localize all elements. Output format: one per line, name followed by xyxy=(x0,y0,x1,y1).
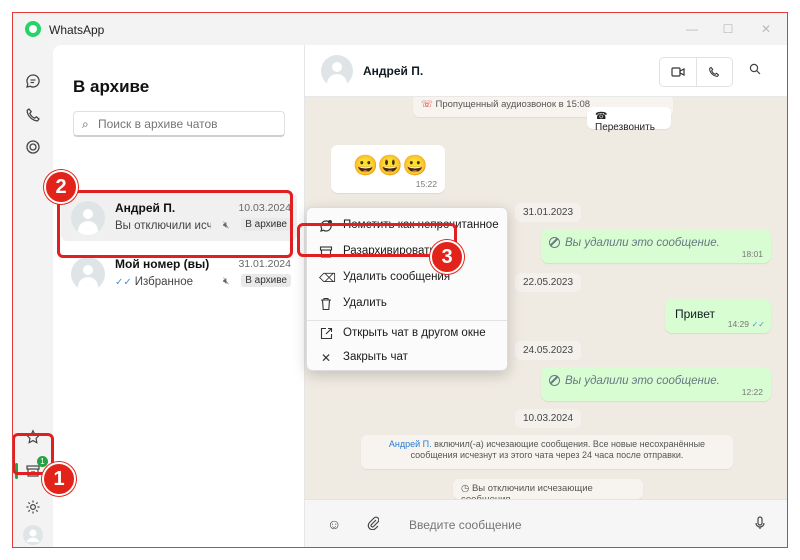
date-chip: 31.01.2023 xyxy=(515,203,582,222)
close-window-icon[interactable]: ✕ xyxy=(751,19,781,39)
timer-icon: ◷ xyxy=(461,483,470,494)
app-title: WhatsApp xyxy=(49,23,105,37)
outgoing-message[interactable]: Привет 14:29 ✓✓ xyxy=(665,299,771,333)
menu-divider xyxy=(307,320,507,321)
date-chip: 22.05.2023 xyxy=(515,273,582,292)
whatsapp-logo-icon xyxy=(25,21,41,37)
minimize-icon[interactable]: — xyxy=(677,19,707,39)
menu-item-delete[interactable]: Удалить xyxy=(311,292,505,316)
app-window: WhatsApp — ☐ ✕ 1 В архиве ⌕ Поиск в архи… xyxy=(12,12,788,548)
emoji-icon[interactable]: ☺ xyxy=(327,516,341,532)
double-check-icon: ✓✓ xyxy=(115,277,132,288)
menu-item-open-new-window[interactable]: Открыть чат в другом окне xyxy=(311,322,505,346)
chats-nav-icon[interactable] xyxy=(21,69,45,93)
archive-search-box[interactable]: ⌕ xyxy=(73,111,285,137)
voice-call-button[interactable] xyxy=(695,58,733,86)
phone-icon xyxy=(709,66,720,77)
chat-name: Мой номер (вы) xyxy=(115,257,210,271)
date-chip: 24.05.2023 xyxy=(515,341,582,360)
title-bar: WhatsApp — ☐ ✕ xyxy=(13,13,787,45)
chat-preview: ✓✓ Избранное xyxy=(115,276,194,288)
step2-highlight xyxy=(57,190,293,258)
clear-icon: ⌫ xyxy=(319,271,336,285)
deleted-icon xyxy=(549,375,560,386)
archive-search-input[interactable] xyxy=(98,116,278,132)
maximize-icon[interactable]: ☐ xyxy=(713,19,743,39)
trash-icon xyxy=(319,297,333,311)
deleted-message[interactable]: Вы удалили это сообщение. 18:01 xyxy=(541,229,771,263)
deleted-icon xyxy=(549,237,560,248)
contact-avatar[interactable] xyxy=(321,55,353,87)
microphone-icon[interactable] xyxy=(755,516,765,533)
calls-nav-icon[interactable] xyxy=(21,103,45,127)
avatar xyxy=(71,257,105,291)
conversation-header: Андрей П. xyxy=(305,45,787,97)
archived-chats-panel: В архиве ⌕ Андрей П. 10.03.2024 Вы отклю… xyxy=(53,45,305,547)
emoji-message[interactable]: 😀😃😀 15:22 xyxy=(331,145,445,193)
step3-marker: 3 xyxy=(430,240,464,274)
message-input[interactable] xyxy=(409,515,739,535)
settings-nav-icon[interactable] xyxy=(21,495,45,519)
message-composer: ☺ xyxy=(305,499,787,547)
search-icon[interactable] xyxy=(749,63,761,78)
call-back-button[interactable]: ☎ Перезвонить xyxy=(587,107,671,133)
disappearing-enabled-notice: Андрей П. включил(-а) исчезающие сообщен… xyxy=(361,435,733,469)
chat-date: 31.01.2024 xyxy=(238,258,291,270)
missed-call-icon: ☏ xyxy=(421,99,433,110)
attach-icon[interactable] xyxy=(367,516,380,533)
menu-item-clear-messages[interactable]: ⌫ Удалить сообщения xyxy=(311,266,505,290)
muted-speaker-icon: 🔇︎ xyxy=(223,276,230,287)
close-icon: ✕ xyxy=(320,351,332,365)
video-camera-icon xyxy=(671,67,685,77)
double-check-icon: ✓✓ xyxy=(751,320,765,329)
step1-marker: 1 xyxy=(42,462,76,496)
open-window-icon xyxy=(319,327,333,341)
step2-marker: 2 xyxy=(44,170,78,204)
disappearing-disabled-notice: ◷ Вы отключили исчезающие сообщения. xyxy=(453,479,643,499)
profile-avatar[interactable] xyxy=(21,523,45,547)
archived-badge: В архиве xyxy=(241,274,291,287)
panel-title: В архиве xyxy=(73,77,150,96)
call-buttons xyxy=(659,57,733,87)
deleted-message[interactable]: Вы удалили это сообщение. 12:22 xyxy=(541,367,771,401)
phone-icon: ☎ xyxy=(595,111,608,122)
menu-item-close-chat[interactable]: ✕ Закрыть чат xyxy=(311,346,505,370)
video-call-button[interactable] xyxy=(660,58,696,86)
search-icon: ⌕ xyxy=(82,117,89,131)
contact-name[interactable]: Андрей П. xyxy=(363,64,423,78)
status-nav-icon[interactable] xyxy=(21,135,45,159)
date-chip: 10.03.2024 xyxy=(515,409,582,428)
